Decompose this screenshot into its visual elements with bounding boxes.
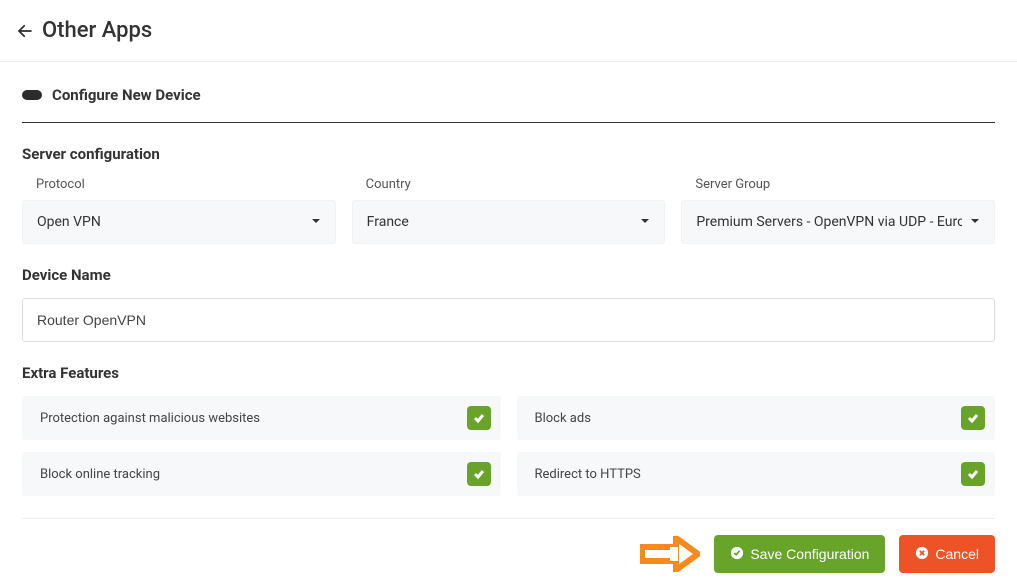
feature-toggle-https[interactable]	[961, 462, 985, 486]
caret-down-icon	[311, 214, 321, 230]
feature-toggle-ads[interactable]	[961, 406, 985, 430]
country-dropdown[interactable]: France	[352, 200, 666, 244]
page-title: Other Apps	[42, 18, 152, 43]
protocol-label: Protocol	[36, 177, 336, 192]
server-config-heading: Server configuration	[22, 145, 995, 163]
save-button-label: Save Configuration	[750, 546, 869, 562]
protocol-dropdown[interactable]: Open VPN	[22, 200, 336, 244]
caret-down-icon	[970, 214, 980, 230]
country-dropdown-value: France	[367, 214, 633, 230]
caret-down-icon	[640, 214, 650, 230]
feature-label: Protection against malicious websites	[40, 411, 260, 426]
feature-label: Block ads	[535, 411, 591, 426]
feature-label: Block online tracking	[40, 467, 160, 482]
server-group-dropdown-value: Premium Servers - OpenVPN via UDP - Euro…	[696, 214, 962, 230]
feature-row-ads: Block ads	[517, 396, 996, 440]
section-pill-icon	[22, 90, 42, 100]
server-group-label: Server Group	[695, 177, 995, 192]
back-arrow-icon[interactable]	[16, 22, 34, 40]
feature-row-protection: Protection against malicious websites	[22, 396, 501, 440]
server-group-col: Server Group Premium Servers - OpenVPN v…	[681, 177, 995, 244]
close-circle-icon	[915, 546, 929, 563]
feature-toggle-protection[interactable]	[467, 406, 491, 430]
feature-row-https: Redirect to HTTPS	[517, 452, 996, 496]
features-col-left: Protection against malicious websites Bl…	[22, 396, 501, 496]
features-col-right: Block ads Redirect to HTTPS	[517, 396, 996, 496]
section-title: Configure New Device	[52, 86, 201, 104]
save-configuration-button[interactable]: Save Configuration	[714, 535, 885, 573]
country-label: Country	[366, 177, 666, 192]
actions-row: Save Configuration Cancel	[22, 535, 995, 587]
cancel-button[interactable]: Cancel	[899, 535, 995, 573]
device-name-heading: Device Name	[22, 266, 995, 284]
protocol-col: Protocol Open VPN	[22, 177, 336, 244]
features-grid: Protection against malicious websites Bl…	[22, 396, 995, 496]
cancel-button-label: Cancel	[935, 546, 979, 562]
feature-label: Redirect to HTTPS	[535, 467, 641, 482]
content-area: Configure New Device Server configuratio…	[0, 62, 1017, 587]
divider	[22, 518, 995, 519]
callout-arrow-icon	[640, 536, 700, 572]
feature-row-tracking: Block online tracking	[22, 452, 501, 496]
extra-features-heading: Extra Features	[22, 364, 995, 382]
page-header: Other Apps	[0, 0, 1017, 62]
country-col: Country France	[352, 177, 666, 244]
check-circle-icon	[730, 546, 744, 563]
protocol-dropdown-value: Open VPN	[37, 214, 303, 230]
server-group-dropdown[interactable]: Premium Servers - OpenVPN via UDP - Euro…	[681, 200, 995, 244]
section-title-row: Configure New Device	[22, 86, 995, 123]
server-config-row: Protocol Open VPN Country France Server …	[22, 177, 995, 244]
feature-toggle-tracking[interactable]	[467, 462, 491, 486]
device-name-input[interactable]	[22, 298, 995, 342]
